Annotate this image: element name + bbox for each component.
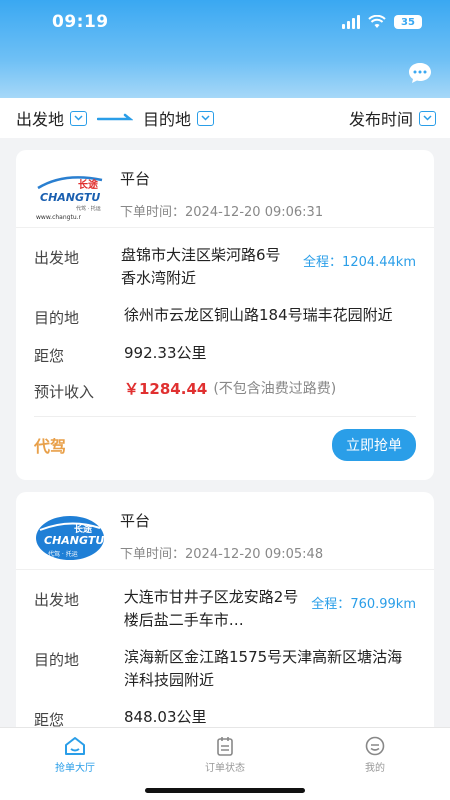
cellular-signal-icon	[342, 15, 360, 29]
income-value: ￥1284.44	[124, 380, 208, 398]
chat-icon[interactable]	[408, 62, 432, 84]
home-indicator	[145, 788, 305, 793]
income-note: (不包含油费过路费)	[213, 381, 337, 397]
order-time: 下单时间：2024-12-20 09:06:31	[120, 205, 324, 220]
total-distance: 全程：760.99km	[311, 597, 416, 612]
home-icon	[65, 737, 85, 755]
tab-profile[interactable]: 我的	[300, 728, 450, 800]
origin-address: 大连市甘井子区龙安路2号楼后盐二手车市…	[123, 588, 299, 629]
wifi-icon	[368, 15, 386, 28]
distance-value: 992.33公里	[124, 344, 207, 362]
logo-url: www.changtu.r	[36, 214, 82, 221]
order-card-body: 出发地 盘锦市大洼区柴河路6号香水湾附近 全程：1204.44km 目的地 徐州…	[16, 228, 434, 402]
clipboard-icon	[217, 737, 233, 756]
destination-label: 目的地	[34, 651, 80, 669]
income-label: 预计收入	[34, 383, 95, 401]
origin-address: 盘锦市大洼区柴河路6号香水湾附近	[121, 246, 281, 287]
tab-label: 抢单大厅	[55, 763, 95, 774]
origin-label: 出发地	[34, 591, 80, 609]
order-card-footer: 代驾 立即抢单	[34, 416, 416, 475]
origin-filter-label: 出发地	[16, 110, 65, 129]
total-distance: 全程：1204.44km	[303, 255, 416, 270]
order-card[interactable]: 长途 CHANGTU 代驾 · 托运 www.changtu.r 平台 下单时间…	[16, 150, 434, 480]
chevron-down-icon	[197, 110, 215, 126]
destination-filter-label: 目的地	[143, 110, 192, 129]
profile-icon	[365, 736, 385, 756]
tab-label: 订单状态	[205, 763, 245, 774]
publish-time-filter-label: 发布时间	[348, 110, 413, 129]
logo-brand-cn: 长途	[78, 178, 99, 191]
chevron-down-icon	[70, 110, 88, 126]
destination-filter[interactable]: 目的地	[143, 106, 215, 130]
changtu-logo: 长途 CHANGTU 代驾 · 托运 www.changtu.r	[34, 166, 106, 222]
origin-filter[interactable]: 出发地	[16, 106, 88, 130]
status-indicators: 35	[342, 15, 422, 29]
changtu-logo-round: 长途 CHANGTU 代驾 · 托运	[34, 508, 106, 564]
order-card-header: 长途 CHANGTU 代驾 · 托运 平台 下单时间：2024-12-20 09…	[16, 492, 434, 570]
status-time: 09:19	[52, 12, 109, 32]
destination-address: 徐州市云龙区铜山路184号瑞丰花园附近	[124, 306, 393, 324]
distance-value: 848.03公里	[124, 708, 207, 726]
origin-label: 出发地	[34, 249, 80, 267]
logo-slogan: 代驾 · 托运	[48, 550, 78, 558]
logo-brand-en: CHANGTU	[40, 191, 100, 204]
chevron-down-icon	[419, 110, 436, 126]
logo-slogan: 代驾 · 托运	[76, 205, 101, 212]
arrow-right-icon	[97, 113, 134, 123]
status-bar: 09:19 35	[0, 0, 450, 44]
order-card-header: 长途 CHANGTU 代驾 · 托运 www.changtu.r 平台 下单时间…	[16, 150, 434, 228]
filter-bar: 出发地 目的地 发布时间	[0, 98, 450, 138]
logo-brand-en: CHANGTU	[44, 534, 104, 547]
grab-order-button[interactable]: 立即抢单	[332, 429, 416, 461]
service-tag: 代驾	[34, 437, 67, 456]
tab-grab-hall[interactable]: 抢单大厅	[0, 728, 150, 800]
order-card-body: 出发地 大连市甘井子区龙安路2号楼后盐二手车市… 全程：760.99km 目的地…	[16, 570, 434, 730]
distance-label: 距您	[34, 347, 65, 365]
battery-icon: 35	[394, 15, 422, 29]
order-card[interactable]: 长途 CHANGTU 代驾 · 托运 平台 下单时间：2024-12-20 09…	[16, 492, 434, 732]
platform-name: 平台	[120, 170, 151, 188]
destination-address: 滨海新区金江路1575号天津高新区塘沽海洋科技园附近	[124, 648, 403, 689]
platform-name: 平台	[120, 512, 151, 530]
tab-label: 我的	[365, 763, 385, 774]
publish-time-filter[interactable]: 发布时间	[349, 106, 436, 130]
order-time: 下单时间：2024-12-20 09:05:48	[120, 547, 324, 562]
destination-label: 目的地	[34, 309, 80, 327]
